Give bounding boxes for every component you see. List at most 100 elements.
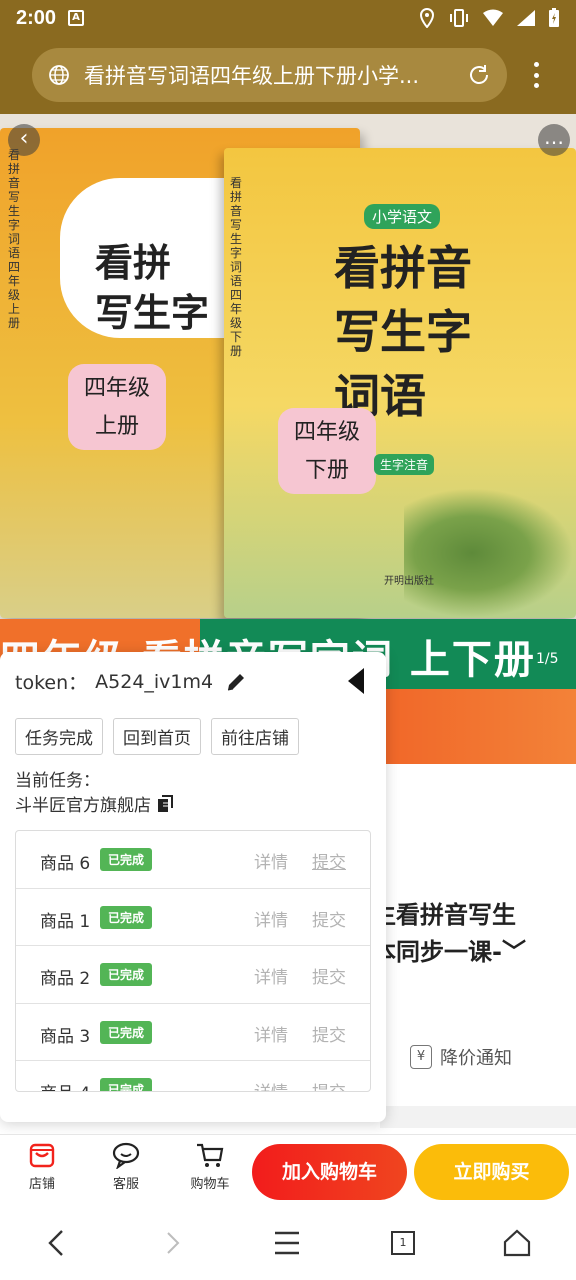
task-item-list[interactable]: 商品 6 已完成 详情 提交 商品 1 已完成 详情 提交 商品 2 已完成 详…	[15, 830, 371, 1092]
url-text: 看拼音写词语四年级上册下册小学...	[84, 64, 420, 88]
globe-icon	[49, 65, 69, 85]
submit-link[interactable]: 提交	[312, 848, 346, 873]
carousel-pager: 1/5	[536, 651, 559, 667]
screen: 2:00 A 看拼音写词语四年级上册下册小学... 看拼音写生字词语四年级上册 …	[0, 0, 576, 1280]
copy-icon[interactable]	[157, 794, 175, 813]
detail-link[interactable]: 详情	[254, 1021, 288, 1046]
product-title-line2-text: 本同步一课-	[372, 938, 502, 966]
shop-icon	[29, 1143, 55, 1168]
book2-title-line2: 写生字	[334, 305, 472, 359]
more-icon[interactable]: …	[538, 124, 570, 156]
book1-title: 看拼 写生字	[95, 238, 209, 338]
item-name: 商品 1	[40, 911, 91, 932]
tabs-button[interactable]: 1	[388, 1228, 418, 1258]
status-icons	[418, 8, 560, 28]
add-to-cart-button[interactable]: 加入购物车	[252, 1144, 407, 1200]
menu-icon[interactable]	[272, 1228, 302, 1258]
book2-grade-line1: 四年级	[293, 420, 360, 445]
list-item: 商品 6 已完成 详情 提交	[16, 831, 370, 889]
submit-link[interactable]: 提交	[312, 1021, 346, 1046]
task-panel: token： A524_iv1m4 任务完成 回到首页 前往店铺 当前任务： 斗…	[0, 652, 386, 1122]
chevron-down-icon[interactable]: ﹀	[502, 938, 526, 966]
book1-title-line2: 写生字	[95, 290, 210, 335]
cart-label: 购物车	[190, 1177, 230, 1192]
token-value: A524_iv1m4	[95, 670, 214, 693]
detail-link[interactable]: 详情	[254, 848, 288, 873]
buy-now-button[interactable]: 立即购买	[414, 1144, 569, 1200]
home-icon[interactable]	[502, 1228, 532, 1258]
item-name: 商品 4	[40, 1079, 90, 1091]
status-badge: 已完成	[100, 1078, 153, 1091]
detail-link[interactable]: 详情	[254, 1078, 288, 1091]
tab-count: 1	[391, 1231, 415, 1255]
book2-title: 看拼音 写生字 词语	[334, 236, 472, 428]
book1-grade-line2: 上册	[94, 414, 139, 439]
collapse-panel-icon[interactable]	[346, 666, 366, 696]
browser-nav-bar: 1	[0, 1204, 576, 1280]
bottom-action-bar: 店铺 客服 购物车 加入购物车 立即购买	[0, 1134, 576, 1204]
detail-link[interactable]: 详情	[254, 963, 288, 988]
book1-spine-text: 看拼音写生字词语四年级上册	[8, 148, 21, 330]
book2-grade: 四年级 下册	[278, 408, 376, 494]
book2-spine-text: 看拼音写生字词语四年级下册	[230, 176, 243, 358]
tree-illustration	[404, 488, 574, 618]
back-home-button[interactable]: 回到首页	[113, 718, 201, 755]
battery-icon	[549, 8, 559, 27]
list-item: 商品 4 已完成 详情 提交	[16, 1061, 370, 1091]
book1-grade: 四年级 上册	[68, 364, 166, 450]
list-item: 商品 1 已完成 详情 提交	[16, 889, 370, 946]
task-done-button[interactable]: 任务完成	[15, 718, 103, 755]
cart-button[interactable]: 购物车	[180, 1141, 240, 1192]
panel-button-row: 任务完成 回到首页 前往店铺	[15, 718, 299, 755]
status-time: 2:00	[16, 6, 57, 29]
book-cover-lower: 看拼音写生字词语四年级下册 小学语文 看拼音 写生字 词语 四年级 下册 生字注…	[224, 148, 576, 618]
book2-grade-line2: 下册	[304, 458, 349, 483]
price-notify-label: 降价通知	[440, 1048, 512, 1069]
submit-link[interactable]: 提交	[312, 963, 346, 988]
status-badge: 已完成	[100, 905, 153, 929]
current-shop-name: 斗半匠官方旗舰店	[15, 796, 151, 816]
list-item: 商品 2 已完成 详情 提交	[16, 946, 370, 1004]
price-notify-button[interactable]: ¥ 降价通知	[410, 1044, 512, 1070]
location-icon	[419, 8, 435, 28]
status-badge: 已完成	[100, 848, 153, 871]
yen-tag-icon: ¥	[410, 1045, 432, 1069]
browser-menu-icon[interactable]	[526, 56, 546, 94]
reload-icon[interactable]	[467, 63, 491, 87]
submit-link[interactable]: 提交	[312, 906, 346, 931]
browser-toolbar: 看拼音写词语四年级上册下册小学...	[0, 36, 576, 114]
book2-zhuyin-badge: 生字注音	[374, 454, 435, 475]
book2-publisher: 开明出版社	[384, 576, 434, 587]
book2-subtitle: 小学语文	[364, 204, 441, 229]
section-divider	[380, 1106, 576, 1128]
service-button[interactable]: 客服	[96, 1141, 156, 1192]
shop-button[interactable]: 店铺	[12, 1141, 72, 1192]
status-bar: 2:00 A	[0, 0, 576, 36]
token-label: token：	[15, 672, 88, 694]
book1-title-line1: 看拼	[95, 240, 172, 285]
list-item: 商品 3 已完成 详情 提交	[16, 1004, 370, 1061]
back-icon[interactable]	[42, 1228, 72, 1258]
back-arrow-icon[interactable]: ‹	[8, 124, 40, 156]
service-label: 客服	[112, 1177, 139, 1192]
item-name: 商品 3	[40, 1026, 91, 1047]
address-bar[interactable]: 看拼音写词语四年级上册下册小学...	[32, 48, 507, 102]
current-task-label: 当前任务：	[15, 771, 100, 791]
book2-title-line1: 看拼音	[334, 241, 472, 295]
wifi-icon	[483, 9, 503, 26]
current-shop: 斗半匠官方旗舰店	[15, 791, 175, 816]
edit-pencil-icon[interactable]	[225, 671, 247, 693]
status-badge: 已完成	[100, 1020, 153, 1044]
vibrate-icon	[450, 9, 468, 27]
detail-link[interactable]: 详情	[254, 906, 288, 931]
forward-icon[interactable]	[158, 1228, 188, 1258]
shop-label: 店铺	[28, 1177, 55, 1192]
cart-icon	[197, 1143, 224, 1167]
product-title-line1: 生看拼音写生	[372, 901, 516, 929]
book1-grade-line1: 四年级	[83, 376, 150, 401]
submit-link[interactable]: 提交	[312, 1078, 346, 1091]
status-badge: 已完成	[100, 963, 153, 986]
goto-shop-button[interactable]: 前往店铺	[211, 718, 299, 755]
notification-a-icon: A	[68, 10, 85, 26]
item-name: 商品 6	[40, 854, 91, 874]
